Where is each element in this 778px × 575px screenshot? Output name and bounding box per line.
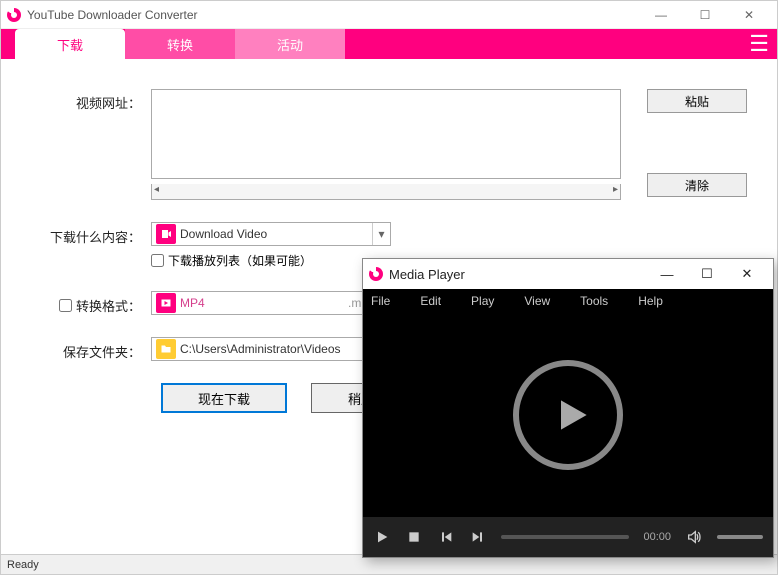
mp-minimize-button[interactable]: —	[647, 267, 687, 282]
folder-icon	[156, 339, 176, 359]
label-video-url: 视频网址：	[31, 89, 151, 112]
playlist-checkbox-label: 下载播放列表（如果可能）	[168, 252, 312, 269]
media-player-titlebar: Media Player — ☐ ✕	[363, 259, 773, 289]
seek-bar[interactable]	[501, 535, 629, 539]
media-player-video-area	[363, 313, 773, 517]
clear-button[interactable]: 清除	[647, 173, 747, 197]
video-url-input[interactable]	[151, 89, 621, 179]
stop-button[interactable]	[405, 528, 423, 546]
row-download-what: 下载什么内容： Download Video ▾	[31, 222, 747, 246]
media-player-icon	[369, 267, 383, 281]
textarea-scrollbar[interactable]: ◂▸	[151, 184, 621, 200]
format-value: MP4	[180, 296, 348, 310]
volume-button[interactable]	[685, 528, 703, 546]
download-mode-select[interactable]: Download Video ▾	[151, 222, 391, 246]
media-player-window: Media Player — ☐ ✕ File Edit Play View T…	[362, 258, 774, 558]
url-side-buttons: 粘贴 清除	[647, 89, 747, 197]
mp-close-button[interactable]: ✕	[727, 266, 767, 282]
label-convert-format: 转换格式：	[31, 292, 151, 315]
paste-button[interactable]: 粘贴	[647, 89, 747, 113]
hamburger-menu-icon[interactable]: ☰	[749, 31, 769, 57]
tab-activity[interactable]: 活动	[235, 29, 345, 59]
video-icon	[156, 224, 176, 244]
prev-button[interactable]	[437, 528, 455, 546]
time-display: 00:00	[643, 531, 671, 543]
tab-bar: 下载 转换 活动 ☰	[1, 29, 777, 59]
maximize-button[interactable]: ☐	[683, 2, 727, 28]
close-button[interactable]: ✕	[727, 2, 771, 28]
convert-format-checkbox[interactable]	[59, 299, 72, 312]
download-playlist-checkbox[interactable]: 下载播放列表（如果可能）	[151, 252, 312, 269]
format-select[interactable]: MP4 .mp ▾	[151, 291, 391, 315]
mp-menu-tools[interactable]: Tools	[580, 294, 608, 308]
next-button[interactable]	[469, 528, 487, 546]
mp-maximize-button[interactable]: ☐	[687, 266, 727, 282]
chevron-down-icon[interactable]: ▾	[372, 223, 390, 245]
row-video-url: 视频网址： ◂▸ 粘贴 清除	[31, 89, 747, 200]
download-now-button[interactable]: 现在下载	[161, 383, 287, 413]
download-mode-value: Download Video	[180, 227, 372, 241]
window-title: YouTube Downloader Converter	[27, 8, 639, 22]
media-player-controls: 00:00	[363, 517, 773, 557]
url-box: ◂▸	[151, 89, 637, 200]
tab-convert[interactable]: 转换	[125, 29, 235, 59]
mp-menu-view[interactable]: View	[524, 294, 550, 308]
titlebar: YouTube Downloader Converter — ☐ ✕	[1, 1, 777, 29]
tab-download[interactable]: 下载	[15, 29, 125, 59]
play-icon	[550, 393, 594, 437]
mp-menu-edit[interactable]: Edit	[420, 294, 441, 308]
mp-menu-file[interactable]: File	[371, 294, 390, 308]
mp-menu-help[interactable]: Help	[638, 294, 663, 308]
volume-bar[interactable]	[717, 535, 763, 539]
play-button[interactable]	[373, 528, 391, 546]
media-player-menubar: File Edit Play View Tools Help	[363, 289, 773, 313]
app-icon	[7, 8, 21, 22]
format-icon	[156, 293, 176, 313]
label-download-what: 下载什么内容：	[31, 223, 151, 246]
label-save-folder: 保存文件夹：	[31, 338, 151, 361]
window-controls: — ☐ ✕	[639, 2, 771, 28]
playlist-checkbox-input[interactable]	[151, 254, 164, 267]
minimize-button[interactable]: —	[639, 2, 683, 28]
mp-menu-play[interactable]: Play	[471, 294, 494, 308]
big-play-button[interactable]	[513, 360, 623, 470]
media-player-title: Media Player	[389, 267, 647, 282]
